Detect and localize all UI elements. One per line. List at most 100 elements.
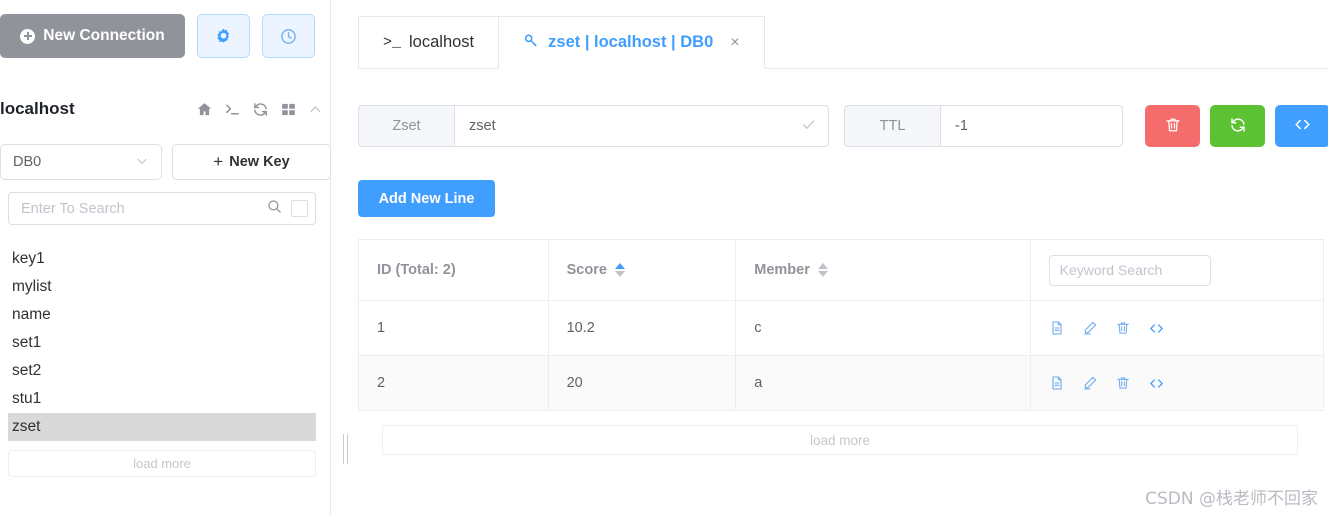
key-list: key1 mylist name set1 set2 stu1 zset: [8, 245, 316, 441]
column-header-actions: [1031, 240, 1323, 300]
add-new-line-button[interactable]: Add New Line: [358, 180, 495, 217]
table-cell-member: a: [736, 356, 1031, 410]
tab-label: localhost: [409, 33, 475, 51]
keyword-search-input[interactable]: [1048, 254, 1211, 286]
new-key-button[interactable]: + New Key: [172, 144, 331, 180]
ttl-field-wrap: [940, 105, 1192, 147]
sort-desc-arrow: [614, 271, 625, 277]
code-icon[interactable]: [1148, 375, 1165, 392]
document-icon[interactable]: [1049, 375, 1065, 391]
key-list-item[interactable]: set2: [8, 357, 316, 385]
terminal-icon[interactable]: [224, 101, 241, 118]
host-name: localhost: [0, 99, 75, 118]
key-editor-row: Zset TTL: [358, 105, 1328, 147]
key-list-item[interactable]: zset: [8, 413, 316, 441]
database-row: DB0 + New Key: [0, 144, 331, 180]
column-header-score-label: Score: [566, 262, 607, 278]
key-name-input[interactable]: [467, 117, 791, 135]
gear-icon: [214, 27, 233, 46]
key-name-field-wrap: [454, 105, 829, 147]
close-icon[interactable]: ×: [730, 34, 739, 52]
column-header-id-label: ID (Total: 2): [377, 262, 456, 278]
trash-icon[interactable]: [1115, 320, 1131, 336]
table-header-row: ID (Total: 2) Score Member: [359, 240, 1323, 301]
sort-desc-arrow: [817, 271, 828, 277]
refresh-icon: [1229, 116, 1247, 137]
main-panel: >_ localhost zset | localhost | DB0 × Zs…: [332, 0, 1328, 515]
search-icon[interactable]: [266, 198, 283, 220]
table-row[interactable]: 2 20 a: [359, 356, 1323, 411]
column-header-member[interactable]: Member: [736, 240, 1031, 300]
redis-client-window: New Connection localhost DB0 + New Key E…: [0, 0, 1328, 515]
edit-icon[interactable]: [1082, 320, 1098, 336]
key-list-item[interactable]: stu1: [8, 385, 316, 413]
key-name-group: Zset: [358, 105, 829, 147]
table-body: 1 10.2 c 2 20 a: [359, 301, 1323, 411]
plus-circle-icon: [20, 28, 36, 44]
tab-localhost[interactable]: >_ localhost: [358, 16, 500, 69]
ttl-group: TTL: [844, 105, 1192, 147]
code-icon[interactable]: [1148, 320, 1165, 337]
refresh-icon[interactable]: [252, 101, 269, 118]
connection-toolbar: New Connection: [0, 14, 331, 58]
watermark: CSDN @栈老师不回家: [1145, 489, 1318, 509]
plus-icon: +: [213, 152, 224, 171]
row-action-icons: [1049, 375, 1165, 392]
chevron-down-icon: [135, 154, 149, 171]
tabbar: >_ localhost zset | localhost | DB0 ×: [358, 15, 765, 69]
ttl-label: TTL: [844, 105, 940, 147]
column-header-member-label: Member: [754, 262, 810, 278]
clock-icon: [279, 27, 298, 46]
key-list-item[interactable]: mylist: [8, 273, 316, 301]
view-code-button[interactable]: [1275, 105, 1328, 147]
code-icon: [1293, 115, 1312, 137]
home-icon[interactable]: [196, 101, 213, 118]
key-search-row: [8, 192, 316, 225]
key-icon: [523, 32, 540, 54]
column-header-id: ID (Total: 2): [359, 240, 549, 300]
key-type-label: Zset: [358, 105, 454, 147]
column-header-score[interactable]: Score: [549, 240, 737, 300]
table-cell-score: 20: [549, 356, 737, 410]
table-row[interactable]: 1 10.2 c: [359, 301, 1323, 356]
new-connection-button[interactable]: New Connection: [0, 14, 185, 58]
trash-icon[interactable]: [1115, 375, 1131, 391]
database-select[interactable]: DB0: [0, 144, 162, 180]
key-action-buttons: [1145, 105, 1328, 147]
sidebar-load-more-button[interactable]: load more: [8, 450, 316, 477]
table-cell-score: 10.2: [549, 301, 737, 355]
table-cell-id: 2: [359, 356, 549, 410]
settings-button[interactable]: [197, 14, 250, 58]
delete-key-button[interactable]: [1145, 105, 1200, 147]
sort-icon-score[interactable]: [614, 263, 625, 277]
key-search-input[interactable]: [19, 199, 266, 218]
sort-icon-member[interactable]: [817, 263, 828, 277]
database-select-value: DB0: [13, 154, 42, 170]
sort-asc-arrow: [817, 263, 828, 269]
table-cell-id: 1: [359, 301, 549, 355]
check-icon[interactable]: [801, 117, 816, 136]
document-icon[interactable]: [1049, 320, 1065, 336]
new-key-label: New Key: [229, 154, 290, 170]
host-action-icons: [196, 101, 331, 118]
key-list-item[interactable]: set1: [8, 329, 316, 357]
grid-icon[interactable]: [280, 101, 297, 118]
refresh-key-button[interactable]: [1210, 105, 1265, 147]
select-all-checkbox[interactable]: [291, 200, 308, 217]
table-cell-actions: [1031, 301, 1323, 355]
tab-zset-localhost-db0[interactable]: zset | localhost | DB0 ×: [498, 16, 765, 69]
key-list-item[interactable]: name: [8, 301, 316, 329]
row-action-icons: [1049, 320, 1165, 337]
key-list-item[interactable]: key1: [8, 245, 316, 273]
trash-icon: [1164, 116, 1182, 137]
table-cell-member: c: [736, 301, 1031, 355]
ttl-input[interactable]: [953, 117, 1144, 135]
zset-table: ID (Total: 2) Score Member Keyword Searc…: [358, 239, 1324, 411]
sidebar: New Connection localhost DB0 + New Key E…: [0, 0, 331, 515]
chevron-up-icon[interactable]: [308, 102, 323, 117]
terminal-icon: >_: [383, 34, 402, 51]
table-cell-actions: [1031, 356, 1323, 410]
table-load-more-button[interactable]: load more: [382, 425, 1298, 455]
edit-icon[interactable]: [1082, 375, 1098, 391]
history-button[interactable]: [262, 14, 315, 58]
